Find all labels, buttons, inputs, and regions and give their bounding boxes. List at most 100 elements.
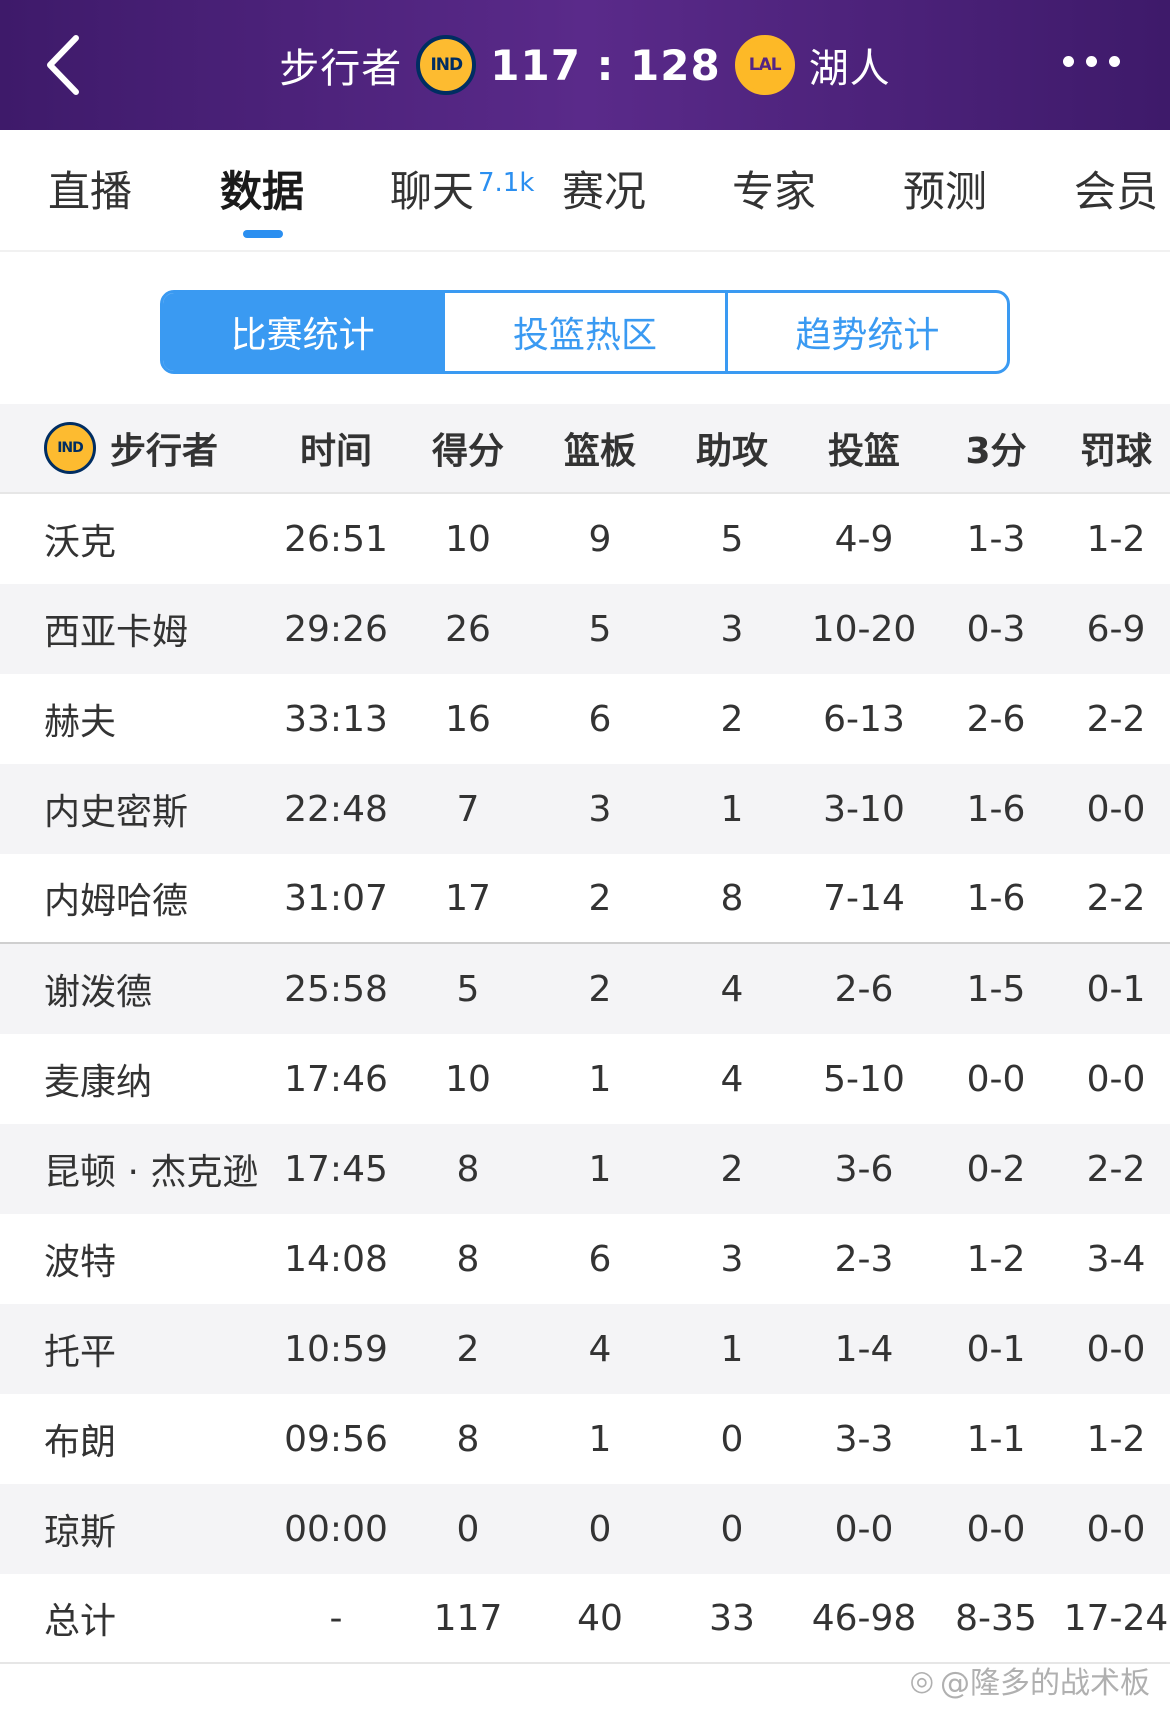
player-name[interactable]: 沃克 [0, 513, 270, 565]
table-row[interactable]: 谢泼德 25:58 5 2 4 2-6 1-5 0-1 [0, 944, 1170, 1034]
stat-points: 8 [456, 1148, 480, 1190]
watermark-text: @隆多的战术板 [940, 1666, 1150, 1701]
col-header-points[interactable]: 得分 [402, 422, 534, 474]
stat-points: 7 [456, 788, 480, 830]
tab-data[interactable]: 数据 [220, 158, 304, 219]
stat-assists: 8 [720, 877, 744, 919]
col-header-three-points[interactable]: 3分 [930, 422, 1062, 474]
table-row[interactable]: 波特 14:08 8 6 3 2-3 1-2 3-4 [0, 1214, 1170, 1304]
col-header-assists[interactable]: 助攻 [666, 422, 798, 474]
player-name[interactable]: 波特 [0, 1233, 270, 1285]
stat-assists: 0 [720, 1508, 744, 1550]
player-name[interactable]: 西亚卡姆 [0, 603, 270, 655]
table-body: 沃克 26:51 10 9 5 4-9 1-3 1-2 西亚卡姆 29:26 2… [0, 494, 1170, 1664]
player-name[interactable]: 麦康纳 [0, 1053, 270, 1105]
col-header-time[interactable]: 时间 [270, 422, 402, 474]
table-row[interactable]: 内姆哈德 31:07 17 2 8 7-14 1-6 2-2 [0, 854, 1170, 944]
stat-field-goals: 3-6 [834, 1148, 894, 1190]
player-name[interactable]: 琼斯 [0, 1503, 270, 1555]
table-row[interactable]: 琼斯 00:00 0 0 0 0-0 0-0 0-0 [0, 1484, 1170, 1574]
tab-prediction[interactable]: 预测 [903, 158, 987, 219]
stat-assists: 3 [720, 608, 744, 650]
tab-experts[interactable]: 专家 [732, 158, 816, 219]
stat-three-points: 1-6 [966, 788, 1026, 830]
stat-time: 14:08 [284, 1238, 388, 1280]
tab-match-status[interactable]: 赛况 [562, 158, 646, 219]
stat-field-goals: 4-9 [834, 518, 894, 560]
table-row[interactable]: 赫夫 33:13 16 6 2 6-13 2-6 2-2 [0, 674, 1170, 764]
stat-points: 10 [445, 518, 491, 560]
stat-points: 8 [456, 1238, 480, 1280]
stat-time: 09:56 [284, 1418, 388, 1460]
stat-time: 17:45 [284, 1148, 388, 1190]
stat-free-throws: 0-0 [1086, 788, 1146, 830]
home-team-logo[interactable]: IND [416, 35, 477, 95]
stat-free-throws: 3-4 [1086, 1238, 1146, 1280]
home-team-name[interactable]: 步行者 [279, 36, 402, 94]
player-name[interactable]: 内史密斯 [0, 783, 270, 835]
stat-time: 25:58 [284, 968, 388, 1010]
more-button[interactable] [1063, 56, 1120, 67]
stat-time: 29:26 [284, 608, 388, 650]
player-name[interactable]: 布朗 [0, 1413, 270, 1465]
table-row[interactable]: 沃克 26:51 10 9 5 4-9 1-3 1-2 [0, 494, 1170, 584]
stat-free-throws: 1-2 [1086, 1418, 1146, 1460]
stat-rebounds: 0 [588, 1508, 612, 1550]
tab-live[interactable]: 直播 [48, 158, 132, 219]
watermark: ◎ @隆多的战术板 [910, 1658, 1150, 1702]
table-row[interactable]: 麦康纳 17:46 10 1 4 5-10 0-0 0-0 [0, 1034, 1170, 1124]
player-name[interactable]: 谢泼德 [0, 963, 270, 1015]
stat-three-points: 1-5 [966, 968, 1026, 1010]
tab-membership[interactable]: 会员 [1074, 158, 1158, 219]
more-dots-icon [1063, 56, 1074, 67]
stat-field-goals: 7-14 [823, 877, 905, 919]
stat-rebounds: 4 [588, 1328, 612, 1370]
player-name[interactable]: 托平 [0, 1323, 270, 1375]
stat-assists: 2 [720, 698, 744, 740]
tab-chat[interactable]: 聊天 [390, 158, 474, 219]
player-name[interactable]: 内姆哈德 [0, 872, 270, 924]
segment-game-stats[interactable]: 比赛统计 [163, 293, 446, 371]
stat-assists: 5 [720, 518, 744, 560]
segment-trend-stats[interactable]: 趋势统计 [728, 293, 1007, 371]
away-team-logo[interactable]: LAL [734, 35, 795, 95]
total-assists: 33 [709, 1597, 755, 1639]
total-time: - [329, 1597, 343, 1639]
stat-assists: 2 [720, 1148, 744, 1190]
stat-three-points: 2-6 [966, 698, 1026, 740]
stat-field-goals: 2-6 [834, 968, 894, 1010]
stat-three-points: 1-3 [966, 518, 1026, 560]
stat-rebounds: 1 [588, 1148, 612, 1190]
col-header-field-goals[interactable]: 投篮 [798, 422, 930, 474]
segment-shot-chart[interactable]: 投篮热区 [445, 293, 728, 371]
stat-rebounds: 6 [588, 1238, 612, 1280]
stat-three-points: 0-1 [966, 1328, 1026, 1370]
stat-time: 00:00 [284, 1508, 388, 1550]
stat-time: 31:07 [284, 877, 388, 919]
stat-points: 5 [456, 968, 480, 1010]
stat-free-throws: 0-1 [1086, 968, 1146, 1010]
player-name[interactable]: 赫夫 [0, 693, 270, 745]
away-team-name[interactable]: 湖人 [809, 36, 891, 94]
stat-rebounds: 1 [588, 1058, 612, 1100]
table-row[interactable]: 内史密斯 22:48 7 3 1 3-10 1-6 0-0 [0, 764, 1170, 854]
col-header-free-throws[interactable]: 罚球 [1062, 422, 1170, 474]
table-total-row: 总计 - 117 40 33 46-98 8-35 17-24 [0, 1574, 1170, 1664]
table-row[interactable]: 昆顿 · 杰克逊 17:45 8 1 2 3-6 0-2 2-2 [0, 1124, 1170, 1214]
stat-points: 10 [445, 1058, 491, 1100]
table-team-name: 步行者 [110, 431, 219, 472]
table-row[interactable]: 西亚卡姆 29:26 26 5 3 10-20 0-3 6-9 [0, 584, 1170, 674]
tab-bar: 直播 数据 聊天 7.1k 赛况 专家 预测 会员 [0, 130, 1170, 252]
stat-rebounds: 2 [588, 968, 612, 1010]
stat-time: 10:59 [284, 1328, 388, 1370]
stat-three-points: 1-2 [966, 1238, 1026, 1280]
col-header-rebounds[interactable]: 篮板 [534, 422, 666, 474]
table-row[interactable]: 布朗 09:56 8 1 0 3-3 1-1 1-2 [0, 1394, 1170, 1484]
stat-field-goals: 3-10 [823, 788, 905, 830]
team-logo-small: IND [44, 422, 96, 474]
player-name[interactable]: 昆顿 · 杰克逊 [0, 1143, 270, 1195]
table-row[interactable]: 托平 10:59 2 4 1 1-4 0-1 0-0 [0, 1304, 1170, 1394]
stat-rebounds: 9 [588, 518, 612, 560]
stat-field-goals: 1-4 [834, 1328, 894, 1370]
stat-free-throws: 0-0 [1086, 1508, 1146, 1550]
